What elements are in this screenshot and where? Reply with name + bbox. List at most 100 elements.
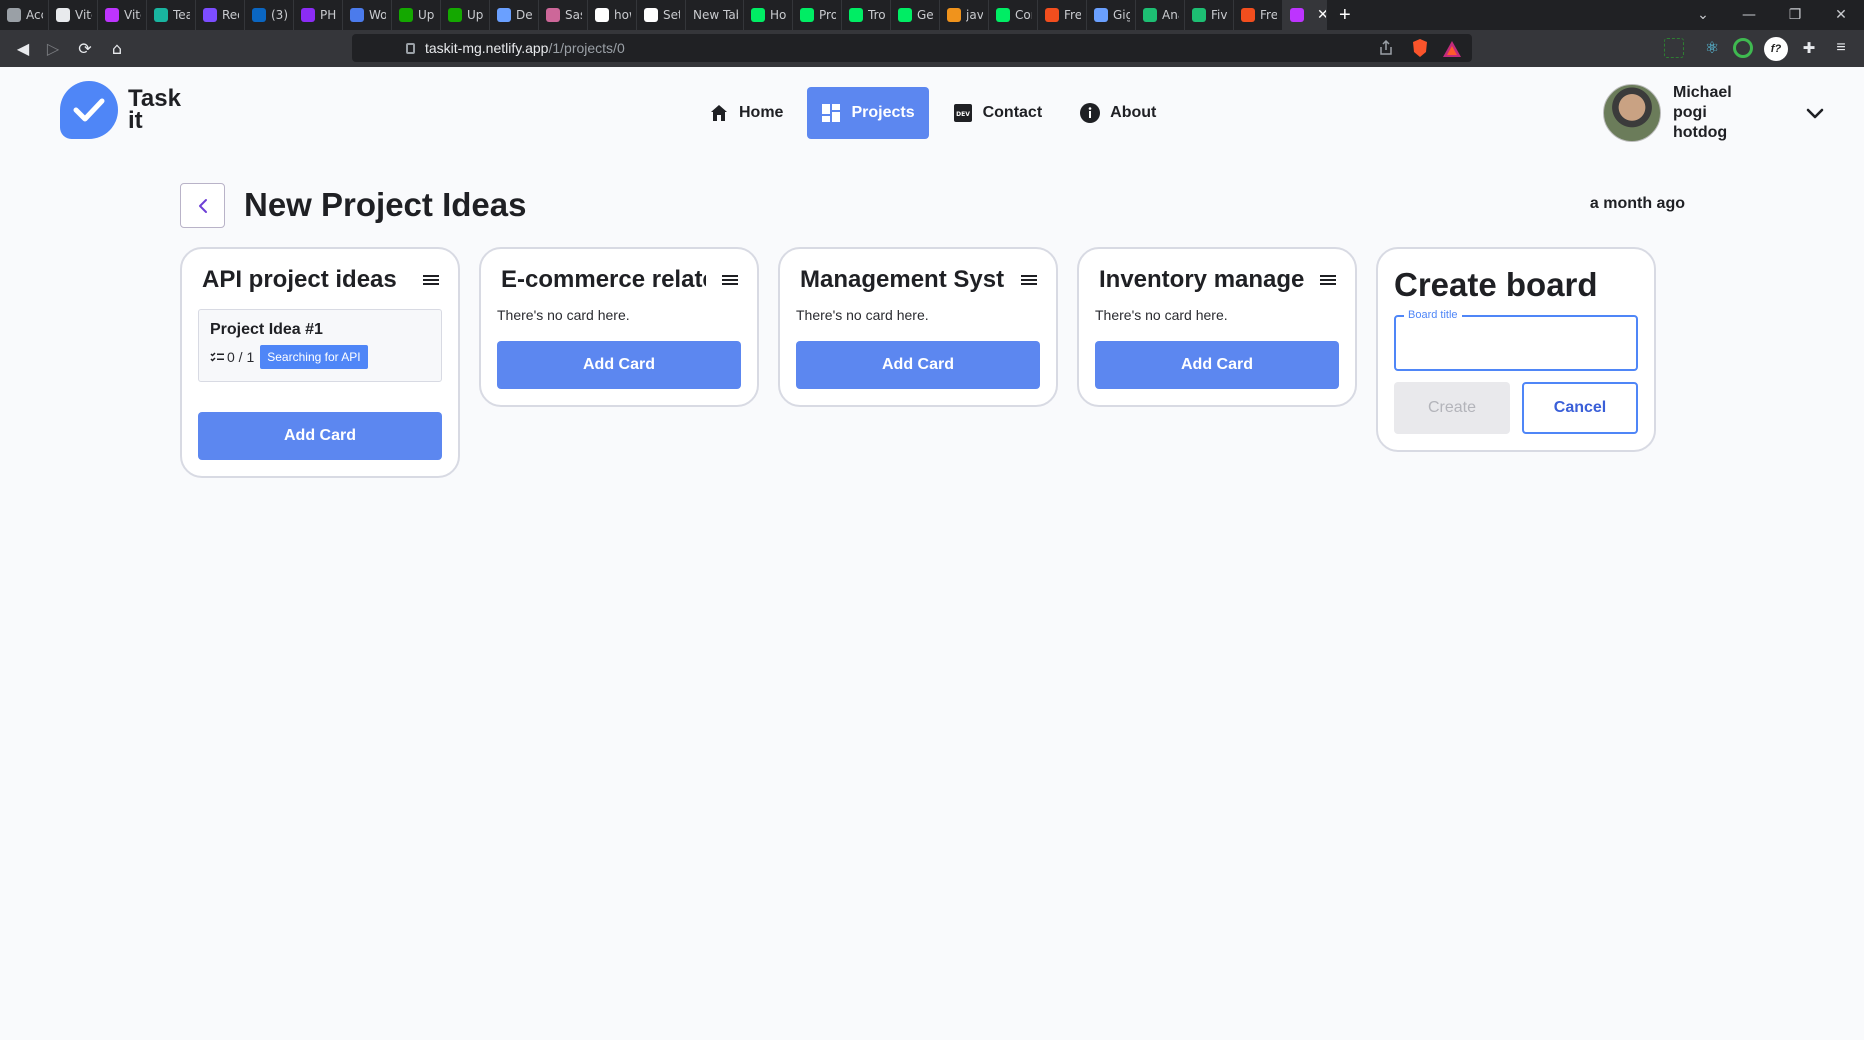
browser-tab-label: Setti [663,8,680,22]
board-title-input[interactable] [1396,317,1636,369]
back-nav-icon[interactable]: ◀ [8,30,38,67]
add-card-button[interactable]: Add Card [1095,341,1339,389]
diamond-icon [154,8,168,22]
nav-about[interactable]: About [1066,87,1170,139]
browser-tab[interactable]: Upw [441,0,490,30]
fonts-extension-icon[interactable]: f? [1764,37,1788,61]
add-card-button[interactable]: Add Card [497,341,741,389]
profile-menu[interactable]: Michael pogi hotdog [1603,83,1825,143]
minimize-button[interactable]: — [1726,0,1772,30]
browser-tab[interactable]: Sass [539,0,588,30]
reload-icon[interactable]: ⟳ [70,30,100,67]
extension-dashed-icon[interactable] [1664,38,1684,58]
browser-tab[interactable]: I✕ [1283,0,1327,30]
new-tab-button[interactable]: + [1327,4,1363,27]
home-nav-icon[interactable]: ⌂ [102,30,132,67]
leaf-icon [849,8,863,22]
browser-tab[interactable]: Tear [147,0,196,30]
browser-tab[interactable]: Wor [343,0,392,30]
cancel-button[interactable]: Cancel [1522,382,1638,434]
hamburger-menu-icon[interactable] [1018,269,1040,291]
leaf-icon [800,8,814,22]
browser-tab[interactable]: Vite [49,0,98,30]
browser-tab[interactable]: Free [1234,0,1283,30]
browser-tab[interactable]: Ana [1136,0,1185,30]
google-icon [595,8,609,22]
browser-tab[interactable]: Fivei [1185,0,1234,30]
browser-tab[interactable]: Dev [490,0,539,30]
empty-board-text: There's no card here. [497,307,630,323]
browser-tab[interactable]: (3) S [245,0,294,30]
browser-tab[interactable]: PH ( [294,0,343,30]
task-card[interactable]: Project Idea #1 0 / 1 Searching for API [198,309,442,382]
empty-board-text: There's no card here. [796,307,929,323]
browser-tab-label: Acc [26,8,43,22]
gigs-icon [1094,8,1108,22]
browser-tab[interactable]: java [940,0,989,30]
linkedin-icon [252,8,266,22]
close-tab-icon[interactable]: ✕ [1317,7,1326,23]
brave-shield-icon[interactable] [1409,37,1431,59]
browser-tab[interactable]: Acc [0,0,49,30]
create-button[interactable]: Create [1394,382,1510,434]
brave-rewards-icon[interactable] [1441,38,1463,60]
nav-contact[interactable]: DEV Contact [939,87,1057,139]
fiverr-icon [1143,8,1157,22]
upwork-icon [399,8,413,22]
add-card-button[interactable]: Add Card [796,341,1040,389]
extension-ring-icon[interactable] [1733,38,1753,58]
url-field[interactable]: taskit-mg.netlify.app/1/projects/0 [352,34,1472,62]
browser-tab-label: how [614,8,631,22]
hamburger-menu-icon[interactable] [420,269,442,291]
menu-icon[interactable]: ≡ [1831,38,1851,58]
browser-tab[interactable]: Setti [637,0,686,30]
arrow-icon [301,8,315,22]
browser-tab-label: Upw [467,8,484,22]
close-window-button[interactable]: ✕ [1818,0,1864,30]
browser-tab[interactable]: Upw [392,0,441,30]
logo[interactable]: Task it [60,81,181,139]
browser-tab-label: PH ( [320,8,337,22]
browser-tab[interactable]: Gigs [1087,0,1136,30]
browser-tab[interactable]: How [744,0,793,30]
browser-tab[interactable]: Con [989,0,1038,30]
hamburger-menu-icon[interactable] [1317,269,1339,291]
browser-tab[interactable]: Get [891,0,940,30]
board: E-commerce related There's no card here.… [479,247,759,407]
forward-nav-icon[interactable]: ▷ [38,30,68,67]
add-card-button[interactable]: Add Card [198,412,442,460]
browser-tab[interactable]: Free [1038,0,1087,30]
figma-icon [1045,8,1059,22]
leaf-icon [751,8,765,22]
browser-tab-strip: Acc Vite Vite Tear Red (3) S PH (Wor Upw Upw Dev S… [0,0,1864,30]
chevron-down-icon[interactable] [1805,103,1825,123]
share-icon[interactable] [1378,39,1394,61]
browser-tab-label: java [966,8,983,22]
browser-tab[interactable]: how [588,0,637,30]
nav-projects[interactable]: Projects [807,87,929,139]
browser-tab-label: New Tab [693,8,738,22]
browser-tab-label: Proj [819,8,836,22]
extensions-puzzle-icon[interactable]: ✚ [1799,38,1819,58]
tab-search-chevron-icon[interactable]: ⌄ [1680,0,1726,30]
leaf-icon [898,8,912,22]
react-devtools-icon[interactable]: ⚛ [1702,38,1722,58]
hamburger-menu-icon[interactable] [719,269,741,291]
restore-button[interactable]: ❐ [1772,0,1818,30]
browser-tab-label: Red [222,8,239,22]
back-button[interactable] [180,183,225,228]
browser-tab[interactable]: New Tab [686,0,744,30]
browser-tab[interactable]: Red [196,0,245,30]
browser-tab[interactable]: Proj [793,0,842,30]
browser-tab-label: Vite [75,8,92,22]
nav-home[interactable]: Home [695,87,797,139]
browser-tab-label: Free [1260,8,1277,22]
browser-tab[interactable]: Trou [842,0,891,30]
browser-tab-label: Fivei [1211,8,1228,22]
vite-icon [105,8,119,22]
card-meta: 0 / 1 Searching for API [210,345,430,369]
empty-board-text: There's no card here. [1095,307,1228,323]
fiverr-icon [1192,8,1206,22]
browser-tab[interactable]: Vite [98,0,147,30]
board-title: Management System [800,266,1005,293]
